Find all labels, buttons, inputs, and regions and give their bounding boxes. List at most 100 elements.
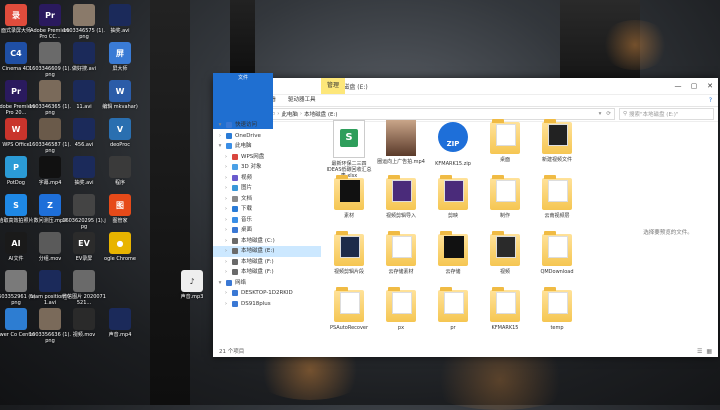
nav-item[interactable]: › DS918plus [213,299,321,310]
file-item[interactable]: QMDownload [533,231,581,288]
file-item[interactable]: 素材 [325,175,373,232]
nav-item-label: 本地磁盘 (E:) [241,248,275,254]
desktop-icon[interactable]: ♪ 声音.mp3 [170,270,214,316]
desktop-icon-label: 编辑 mkvahar) [102,104,138,110]
file-item[interactable]: pr [429,287,477,344]
chevron-down-icon[interactable]: ▾ [217,141,223,152]
file-item[interactable]: 视频剪辑导入 [377,175,425,232]
tab-drive-tools[interactable]: 驱动器工具 [282,95,322,106]
chevron-right-icon[interactable]: › [217,131,223,142]
file-name: 剪映 [447,213,458,219]
folder-icon [490,119,520,154]
nav-item-label: 下载 [241,206,253,212]
chevron-right-icon[interactable]: › [223,194,229,205]
file-item[interactable]: px [377,287,425,344]
close-button[interactable]: ✕ [702,78,718,94]
nav-item[interactable]: › 本地磁盘 (E:) [213,246,321,257]
desktop-icon-label: 抽奖.avi [110,28,130,34]
large-icons-view-icon[interactable]: ▦ [706,348,712,355]
file-item[interactable]: ZIP KFMARK15.zip [429,120,477,176]
desktop-icon[interactable]: 声音.mp4 [98,308,142,354]
chevron-right-icon[interactable]: › [223,257,229,268]
nav-item-label: 网络 [235,279,247,286]
nav-item[interactable]: › 桌面 [213,225,321,236]
file-item[interactable]: 圈运向上广告拍.mp4 [377,120,425,176]
folder-icon [542,287,572,322]
file-item[interactable]: 剪映 [429,175,477,232]
status-item-count: 21 个项目 [219,349,245,355]
nav-item[interactable]: › 下载 [213,204,321,215]
search-input[interactable]: ⚲ 搜索"本地磁盘 (E:)" [619,108,714,120]
manage-tab[interactable]: 管理 [321,78,346,94]
chevron-down-icon[interactable]: ▾ [217,278,223,289]
refresh-icon[interactable]: ⟳ [606,111,614,117]
chevron-right-icon[interactable]: › [223,225,229,236]
nav-item[interactable]: › WPS网盘 [213,152,321,163]
title-bar[interactable]: ▣ ▤ ▾ 管理 本地磁盘 (E:) — ▢ ✕ [213,78,718,95]
chevron-right-icon[interactable]: › [223,173,229,184]
navigation-pane[interactable]: ▾ 快速访问 › OneDrive ▾ 此电脑 › WPS网盘 › 3D 对象 › 视频 › 图片 › 文档 ›… [213,120,321,345]
file-item[interactable]: S 最新环保二三四 IDEAS低碳回收汇总表.xlsx [325,120,373,179]
chevron-right-icon[interactable]: › [223,215,229,226]
nav-item[interactable]: › 视频 [213,173,321,184]
chevron-down-icon[interactable]: ▾ [217,120,223,131]
breadcrumb-drive-e[interactable]: 本地磁盘 (E:) [304,110,337,118]
breadcrumb-separator: › [277,111,280,117]
file-explorer-window[interactable]: ▣ ▤ ▾ 管理 本地磁盘 (E:) — ▢ ✕ 文件 主页 共享 查看 驱动器… [213,72,718,357]
file-item[interactable]: PSAutoRecover [325,287,373,344]
desktop-icon-image [73,194,95,216]
file-name: 云存储素材 [388,269,414,275]
nav-item-label: 音乐 [241,216,253,223]
folder-icon [438,287,468,322]
nav-item[interactable]: ▾ 网络 [213,278,321,289]
chevron-right-icon[interactable]: › [223,162,229,173]
file-item[interactable]: 新建视频文件 [533,119,581,176]
desktop-icon-image [73,4,95,26]
desktop-icon-label: 图管家 [112,218,128,224]
file-item[interactable]: 云南视频层 [533,175,581,232]
nav-item[interactable]: › 本地磁盘 (F:) [213,267,321,278]
help-button[interactable]: ? [709,97,718,104]
chevron-right-icon[interactable]: › [223,267,229,278]
nav-item[interactable]: ▾ 快速访问 [213,120,321,131]
nav-item[interactable]: › 本地磁盘 (C:) [213,236,321,247]
file-item[interactable]: 视频剪辑片段 [325,231,373,288]
desktop-icon-image [39,308,61,330]
file-item[interactable]: 云存储素材 [377,231,425,288]
file-item[interactable]: 视频 [481,231,529,288]
file-list[interactable]: S 最新环保二三四 IDEAS低碳回收汇总表.xlsx 圈运向上广告拍.mp4 ZIP… [325,119,625,345]
nav-item[interactable]: › 音乐 [213,215,321,226]
file-item[interactable]: temp [533,287,581,344]
nav-item[interactable]: › DESKTOP-1D2RKID [213,288,321,299]
folder-icon [542,231,572,266]
file-item[interactable]: 云存储 [429,231,477,288]
nav-item[interactable]: › OneDrive [213,131,321,142]
details-view-icon[interactable]: ☰ [697,348,702,355]
desktop-icon-image [39,232,61,254]
nav-item[interactable]: ▾ 此电脑 [213,141,321,152]
nav-item[interactable]: › 文档 [213,194,321,205]
desktop-icon-image: 图 [109,194,131,216]
chevron-right-icon[interactable]: › [223,299,229,310]
file-name: px [397,325,405,331]
chevron-right-icon[interactable]: › [223,204,229,215]
maximize-button[interactable]: ▢ [686,78,702,94]
nav-item[interactable]: › 本地磁盘 (F:) [213,257,321,268]
chevron-right-icon[interactable]: › [223,246,229,257]
chevron-right-icon[interactable]: › [223,183,229,194]
chevron-right-icon[interactable]: › [223,152,229,163]
nav-item[interactable]: › 3D 对象 [213,162,321,173]
file-item[interactable]: KFMARK15 [481,287,529,344]
computer-icon [232,300,238,307]
cube-icon [232,164,238,171]
file-item[interactable]: 制作 [481,175,529,232]
address-input[interactable]: ▭ › 此电脑 › 本地磁盘 (E:) ▾ ⟳ [265,108,615,120]
address-dropdown-icon[interactable]: ▾ [599,111,605,117]
file-item[interactable]: 桌面 [481,119,529,176]
chevron-right-icon[interactable]: › [223,288,229,299]
nav-item[interactable]: › 图片 [213,183,321,194]
minimize-button[interactable]: — [670,78,686,94]
file-name: 新建视频文件 [541,157,572,163]
chevron-right-icon[interactable]: › [223,236,229,247]
breadcrumb-this-pc[interactable]: 此电脑 [281,110,298,118]
